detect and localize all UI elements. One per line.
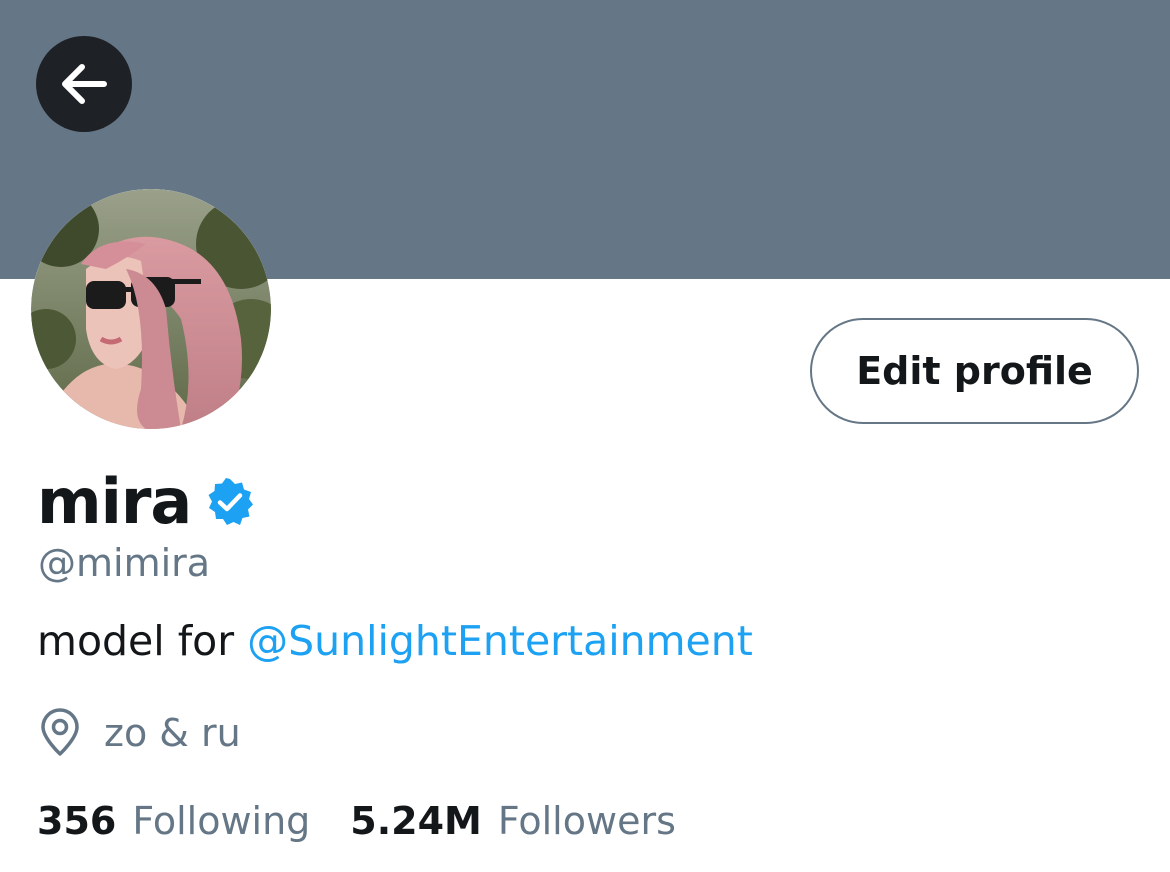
- follow-stats: 356 Following 5.24M Followers: [37, 794, 676, 848]
- back-arrow-icon: [62, 64, 107, 104]
- followers-count: 5.24M: [350, 799, 482, 843]
- verified-badge-icon: [208, 478, 254, 525]
- bio: model for @SunlightEntertainment: [37, 614, 753, 668]
- following-label: Following: [132, 799, 311, 843]
- followers-label: Followers: [497, 799, 676, 843]
- edit-profile-button[interactable]: Edit profile: [810, 318, 1139, 424]
- location-row: zo & ru: [38, 706, 241, 760]
- location-text: zo & ru: [104, 711, 241, 755]
- bio-mention-link[interactable]: @SunlightEntertainment: [247, 617, 753, 665]
- followers-link[interactable]: 5.24M Followers: [350, 799, 676, 843]
- back-button[interactable]: [36, 36, 132, 132]
- bio-text: model for: [37, 617, 248, 665]
- display-name: mira: [37, 465, 192, 538]
- username-handle: @mimira: [38, 541, 211, 585]
- following-link[interactable]: 356 Following: [37, 799, 310, 843]
- display-name-row: mira: [37, 462, 255, 542]
- location-pin-icon: [41, 708, 79, 756]
- following-count: 356: [37, 799, 117, 843]
- avatar[interactable]: [31, 189, 271, 429]
